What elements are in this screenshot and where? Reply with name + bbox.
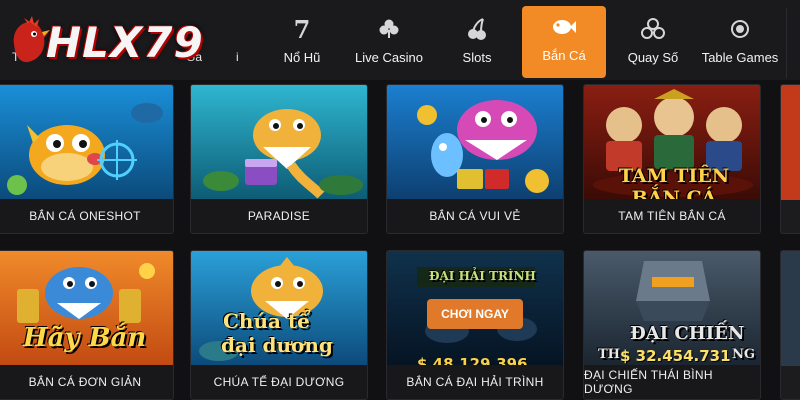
nav-item-label: Slots [462, 50, 492, 65]
nav-item-no-hu[interactable]: 7 Nổ Hũ [268, 8, 336, 78]
game-title: BẮN CÁ VUI VẺ [387, 199, 563, 233]
game-title: CHÚA TỂ ĐẠI DƯƠNG [191, 365, 367, 399]
game-thumbnail: Chúa tể đại dương [191, 251, 367, 366]
nav-item-live-casino[interactable]: Live Casino [346, 8, 432, 78]
game-card-paradise[interactable]: PARADISE [190, 84, 368, 234]
page: T Ga i HLX79 7 Nổ Hũ Live Casino Slots B… [0, 0, 800, 400]
game-thumbnail [0, 85, 173, 200]
game-thumbnail: ĐẠI CHIẾN TH NG $ 32.454.731 [584, 251, 760, 366]
game-art-text-1: Chúa tể [223, 309, 310, 333]
nav-item-table-games[interactable]: Table Games [696, 8, 784, 78]
chip-icon [727, 16, 753, 42]
game-thumbnail [781, 85, 800, 200]
nav-item-label: Nổ Hũ [283, 50, 321, 65]
game-title: PARADISE [191, 199, 367, 233]
game-card-partial[interactable] [780, 250, 800, 400]
nav-item-label: Quay Số [627, 50, 679, 65]
game-card-tam-tien-ban-ca[interactable]: TAM TIÊN BẮN CÁ TAM TIÊN BẮN CÁ [583, 84, 761, 234]
game-thumbnail: ĐẠI HẢI TRÌNH CHƠI NGAY $ 48.129.396 [387, 251, 563, 366]
seven-icon: 7 [293, 14, 311, 44]
game-thumbnail [191, 85, 367, 200]
game-art-text: ĐẠI CHIẾN [630, 323, 745, 344]
nav-item-label: Table Games [701, 50, 779, 65]
game-thumbnail: Hãy Bắn [0, 251, 173, 366]
play-now-button[interactable]: CHƠI NGAY [427, 299, 523, 329]
nav-item-ban-ca[interactable]: Bắn Cá [522, 6, 606, 78]
game-art-text-2: TH [598, 347, 620, 362]
game-art-text: Hãy Bắn [23, 323, 147, 353]
game-title: ĐẠI CHIẾN THÁI BÌNH DƯƠNG [584, 365, 760, 399]
game-card-ban-ca-oneshot[interactable]: BẮN CÁ ONESHOT [0, 84, 174, 234]
top-navigation: T Ga i HLX79 7 Nổ Hũ Live Casino Slots B… [0, 0, 800, 80]
game-card-ban-ca-dai-hai-trinh[interactable]: ĐẠI HẢI TRÌNH CHƠI NGAY $ 48.129.396 BẮN… [386, 250, 564, 400]
game-card-chua-te-dai-duong[interactable]: Chúa tể đại dương CHÚA TỂ ĐẠI DƯƠNG [190, 250, 368, 400]
logo-text: HLX79 [46, 18, 204, 67]
game-art-text: ĐẠI HẢI TRÌNH [429, 269, 536, 283]
game-art-text: TAM TIÊN BẮN CÁ [618, 165, 730, 200]
game-card-ban-ca-don-gian[interactable]: Hãy Bắn BẮN CÁ ĐƠN GIẢN [0, 250, 174, 400]
fish-icon [551, 14, 577, 40]
game-title: TAM TIÊN BẮN CÁ [584, 199, 760, 233]
game-title: BẮN CÁ ONESHOT [0, 199, 173, 233]
game-title: BẮN CÁ ĐƠN GIẢN [0, 365, 173, 399]
game-thumbnail [387, 85, 563, 200]
nav-item-label: Bắn Cá [542, 48, 586, 63]
nav-item-quay-so[interactable]: Quay Số [620, 8, 686, 78]
game-art-text-3: NG [732, 347, 755, 362]
game-art-text-2: đại dương [221, 333, 333, 357]
lottery-balls-icon [640, 16, 666, 42]
game-card-partial[interactable] [780, 84, 800, 234]
game-title: BẮN CÁ ĐẠI HẢI TRÌNH [387, 365, 563, 399]
cherry-icon [464, 16, 490, 42]
game-thumbnail: TAM TIÊN BẮN CÁ [584, 85, 760, 200]
nav-item-label: Live Casino [355, 50, 423, 65]
brand-logo[interactable]: HLX79 [6, 8, 246, 74]
nav-item-slots[interactable]: Slots [446, 8, 508, 78]
game-card-ban-ca-vui-ve[interactable]: BẮN CÁ VUI VẺ [386, 84, 564, 234]
game-card-dai-chien-thai-binh-duong[interactable]: ĐẠI CHIẾN TH NG $ 32.454.731 ĐẠI CHIẾN T… [583, 250, 761, 400]
game-thumbnail [781, 251, 800, 366]
jackpot-amount: $ 32.454.731 [620, 347, 731, 365]
club-icon [376, 16, 402, 42]
nav-overflow-edge [786, 8, 800, 78]
